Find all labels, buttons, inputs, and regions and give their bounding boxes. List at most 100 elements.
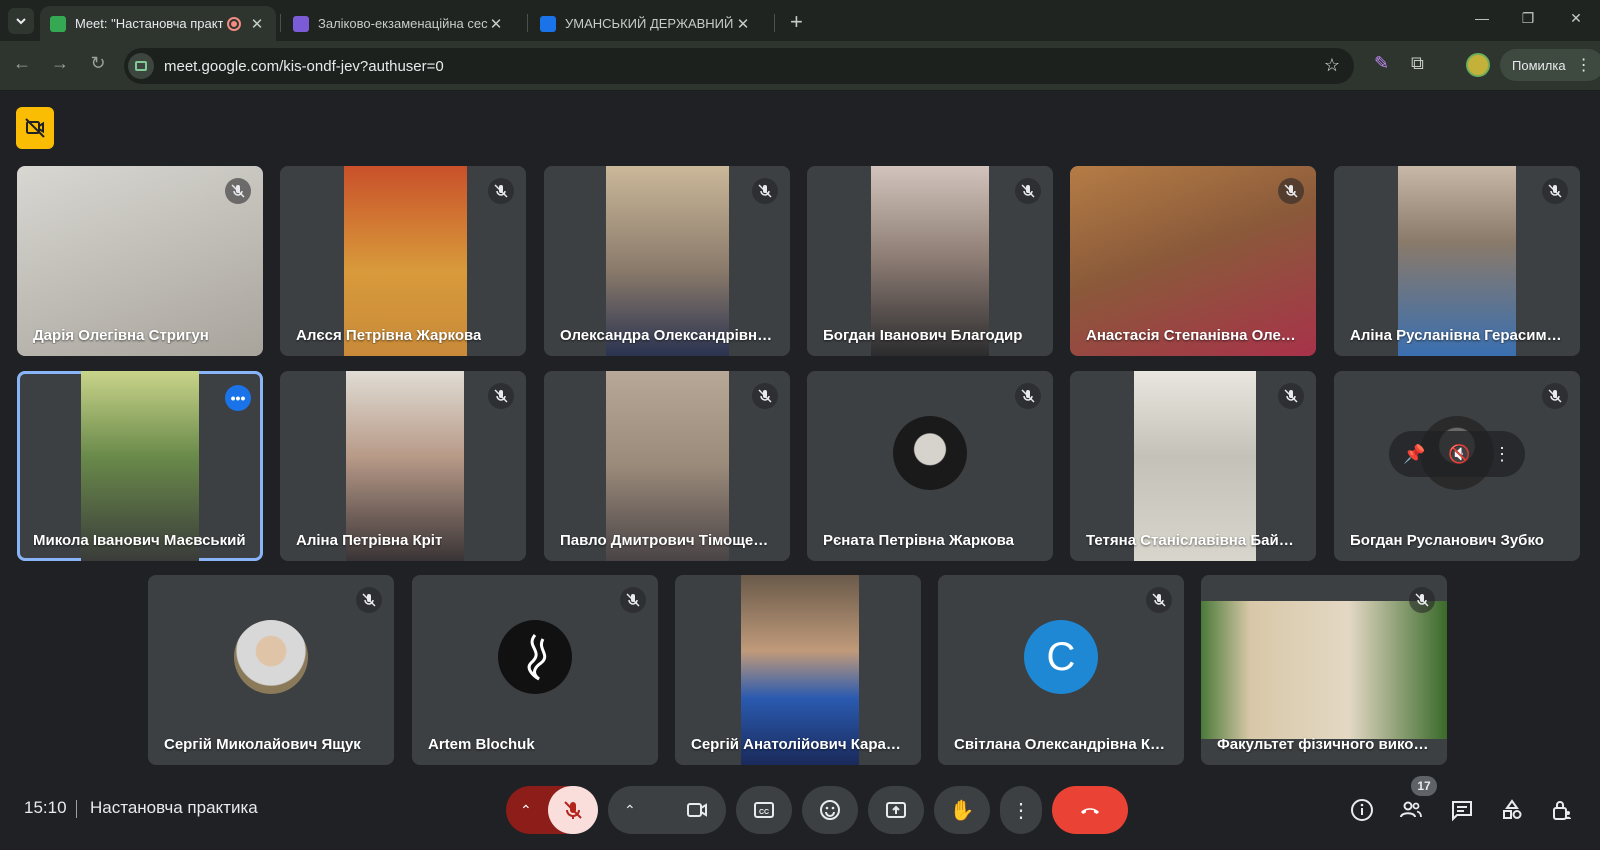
- flame-logo-icon: [527, 634, 547, 681]
- bookmark-star-icon[interactable]: ☆: [1324, 55, 1340, 76]
- participant-tile[interactable]: Сергій Анатолійович Карасе…: [675, 575, 921, 765]
- tab-search-button[interactable]: [8, 8, 34, 34]
- participant-name: Artem Blochuk: [428, 736, 535, 753]
- participant-tile[interactable]: Аліна Петрівна Кріт: [280, 371, 526, 561]
- tab-divider: [280, 14, 281, 32]
- participant-tile[interactable]: Сергій Миколайович Ящук: [148, 575, 394, 765]
- close-window-button[interactable]: ✕: [1566, 10, 1586, 27]
- activities-button[interactable]: [1498, 796, 1526, 824]
- recording-status-badge[interactable]: [16, 107, 54, 149]
- participant-tile[interactable]: C Світлана Олександрівна Коз…: [938, 575, 1184, 765]
- participant-tile[interactable]: Аліна Русланівна Герасимен…: [1334, 166, 1580, 356]
- closed-captions-icon: CC: [754, 802, 774, 818]
- participant-tile[interactable]: 📌 🔇 ⋮ Богдан Русланович Зубко: [1334, 371, 1580, 561]
- minimize-button[interactable]: —: [1472, 10, 1492, 26]
- people-icon: [1400, 801, 1422, 818]
- back-button[interactable]: ←: [10, 53, 34, 74]
- participant-tile[interactable]: Олександра Олександрівна …: [544, 166, 790, 356]
- close-icon[interactable]: ✕: [249, 15, 265, 33]
- divider: [76, 800, 77, 818]
- emoji-icon: [820, 800, 840, 820]
- mute-participant-icon[interactable]: 🔇: [1448, 444, 1470, 465]
- participant-name: Олександра Олександрівна …: [560, 327, 774, 344]
- participant-name: Сергій Миколайович Ящук: [164, 736, 361, 753]
- hand-icon: ✋: [949, 799, 975, 822]
- call-end-icon: [1081, 808, 1099, 814]
- raise-hand-button[interactable]: ✋: [934, 786, 990, 834]
- close-icon[interactable]: ✕: [488, 15, 504, 33]
- participant-avatar: [234, 620, 308, 694]
- mic-off-icon: [1542, 178, 1568, 204]
- participant-tile[interactable]: Павло Дмитрович Тімощенко: [544, 371, 790, 561]
- more-options-button[interactable]: ⋮: [1000, 786, 1042, 834]
- tab-university[interactable]: УМАНСЬКИЙ ДЕРЖАВНИЙ ПЕДАГОГІЧНИЙ ✕: [530, 6, 770, 41]
- pen-extension-icon[interactable]: ✎: [1374, 53, 1389, 74]
- host-controls-button[interactable]: [1548, 796, 1576, 824]
- present-screen-icon: [886, 802, 906, 818]
- activities-shapes-icon: [1503, 799, 1522, 819]
- mic-off-icon: [1015, 178, 1041, 204]
- chat-icon: [1452, 801, 1472, 822]
- present-button[interactable]: [868, 786, 924, 834]
- participant-tile[interactable]: Тетяна Станіславівна Байрак: [1070, 371, 1316, 561]
- video-off-icon: [25, 118, 45, 138]
- tab-title: УМАНСЬКИЙ ДЕРЖАВНИЙ ПЕДАГОГІЧНИЙ: [565, 16, 735, 31]
- people-button[interactable]: [1397, 796, 1425, 824]
- participant-tile[interactable]: ••• Микола Іванович Маєвський: [17, 371, 263, 561]
- leave-call-button[interactable]: [1052, 786, 1128, 834]
- reload-button[interactable]: ↻: [86, 53, 110, 74]
- mic-off-icon: [488, 383, 514, 409]
- mic-off-icon: [752, 178, 778, 204]
- participant-avatar: [893, 416, 967, 490]
- chevron-up-icon[interactable]: ⌃: [624, 802, 636, 819]
- new-tab-button[interactable]: +: [790, 9, 803, 35]
- recording-icon: [227, 16, 241, 31]
- mic-off-icon: [1278, 383, 1304, 409]
- more-vert-icon[interactable]: ⋮: [1493, 444, 1511, 465]
- participant-tile[interactable]: Artem Blochuk: [412, 575, 658, 765]
- participant-name: Аліна Русланівна Герасимен…: [1350, 327, 1564, 344]
- extensions-icon[interactable]: ⧉: [1411, 53, 1424, 74]
- chat-button[interactable]: [1448, 796, 1476, 824]
- forms-favicon-icon: [293, 15, 309, 32]
- mic-off-icon: [620, 587, 646, 613]
- participant-name: Світлана Олександрівна Коз…: [954, 736, 1168, 753]
- camera-group[interactable]: ⌃: [608, 786, 726, 834]
- tab-session[interactable]: Заліково-екзаменаційна сесія ✕: [283, 6, 523, 41]
- browser-tabstrip: Meet: "Настановча практика" ✕ Заліково-е…: [0, 0, 1600, 41]
- forward-button[interactable]: →: [48, 53, 72, 74]
- participant-tile[interactable]: Факультет фізичного викова…: [1201, 575, 1447, 765]
- meeting-clock: 15:10: [24, 798, 67, 817]
- more-vert-icon: ⋮: [1011, 799, 1031, 822]
- participant-tile[interactable]: Алєся Петрівна Жаркова: [280, 166, 526, 356]
- error-button[interactable]: Помилка ⋮: [1500, 49, 1600, 81]
- close-icon[interactable]: ✕: [735, 15, 751, 33]
- svg-text:CC: CC: [759, 809, 769, 816]
- url-text[interactable]: meet.google.com/kis-ondf-jev?authuser=0: [164, 58, 444, 75]
- participant-tile[interactable]: Богдан Іванович Благодир: [807, 166, 1053, 356]
- captions-button[interactable]: CC: [736, 786, 792, 834]
- tab-title: Заліково-екзаменаційна сесія: [318, 16, 488, 31]
- participant-name: Алєся Петрівна Жаркова: [296, 327, 482, 344]
- address-bar[interactable]: meet.google.com/kis-ondf-jev?authuser=0 …: [124, 48, 1354, 84]
- participant-count-badge: 17: [1411, 776, 1437, 796]
- videocam-icon[interactable]: [686, 799, 708, 821]
- tab-divider: [527, 14, 528, 32]
- profile-avatar[interactable]: [1466, 53, 1490, 77]
- participant-tile[interactable]: Анастасія Степанівна Олексів: [1070, 166, 1316, 356]
- mic-off-icon: [1409, 587, 1435, 613]
- site-info-icon[interactable]: [128, 53, 154, 79]
- tile-hover-controls: 📌 🔇 ⋮: [1389, 431, 1525, 477]
- participant-name: Сергій Анатолійович Карасе…: [691, 736, 905, 753]
- more-options-icon[interactable]: •••: [225, 385, 251, 411]
- meeting-details-button[interactable]: [1348, 796, 1376, 824]
- avatar-initial: C: [1046, 634, 1076, 679]
- reactions-button[interactable]: [802, 786, 858, 834]
- tab-meet[interactable]: Meet: "Настановча практика" ✕: [40, 6, 276, 41]
- participant-tile[interactable]: Дарія Олегівна Стригун: [17, 166, 263, 356]
- microphone-button[interactable]: [548, 786, 598, 834]
- restore-button[interactable]: ❐: [1518, 10, 1538, 27]
- pin-icon[interactable]: 📌: [1403, 444, 1425, 465]
- tab-divider: [774, 14, 775, 32]
- participant-tile[interactable]: Рєната Петрівна Жаркова: [807, 371, 1053, 561]
